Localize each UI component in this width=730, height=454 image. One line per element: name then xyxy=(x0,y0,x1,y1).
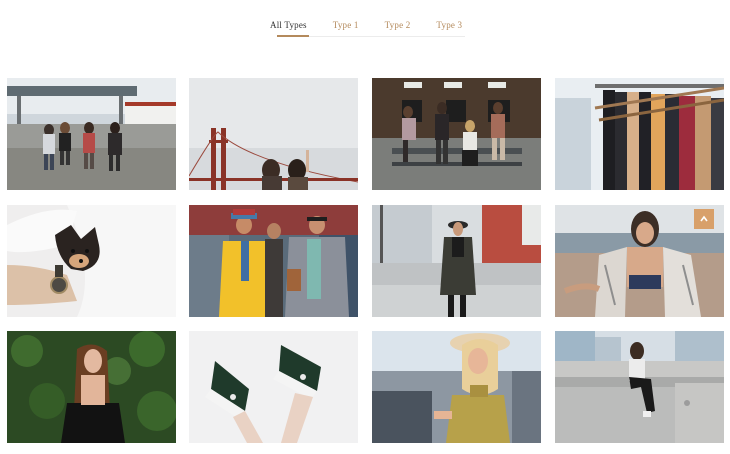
photo-group-walking-gas-station xyxy=(7,78,176,190)
photo-woman-sitting-rooftop xyxy=(555,331,724,443)
gallery-item-woman-sun-hat[interactable] xyxy=(372,331,541,443)
tab-all-types[interactable]: All Types xyxy=(270,20,307,35)
tab-type-2[interactable]: Type 2 xyxy=(385,20,411,35)
photo-woman-sun-hat xyxy=(372,331,541,443)
gallery-item-woman-street-hat[interactable] xyxy=(372,205,541,317)
photo-gallery xyxy=(7,78,725,444)
gallery-item-women-golden-gate-bridge[interactable] xyxy=(189,78,358,190)
scroll-to-top-button[interactable] xyxy=(694,209,714,229)
photo-clothing-rack xyxy=(555,78,724,190)
tab-type-3[interactable]: Type 3 xyxy=(436,20,462,35)
photo-men-street-style xyxy=(189,205,358,317)
gallery-item-green-sneakers[interactable] xyxy=(189,331,358,443)
chevron-up-icon xyxy=(700,215,708,222)
filter-tabs: All Types Type 1 Type 2 Type 3 xyxy=(270,20,470,40)
photo-woman-street-hat xyxy=(372,205,541,317)
gallery-item-woman-sitting-rooftop[interactable] xyxy=(555,331,724,443)
photo-group-on-bench xyxy=(372,78,541,190)
active-tab-indicator xyxy=(277,35,309,37)
tab-type-1[interactable]: Type 1 xyxy=(333,20,359,35)
photo-women-golden-gate-bridge xyxy=(189,78,358,190)
photo-green-sneakers xyxy=(189,331,358,443)
photo-woman-green-hedge xyxy=(7,331,176,443)
gallery-item-men-street-style[interactable] xyxy=(189,205,358,317)
gallery-item-clothing-rack[interactable] xyxy=(555,78,724,190)
photo-chihuahua-with-watch xyxy=(7,205,176,317)
gallery-item-group-walking-gas-station[interactable] xyxy=(7,78,176,190)
gallery-item-woman-green-hedge[interactable] xyxy=(7,331,176,443)
gallery-item-chihuahua-with-watch[interactable] xyxy=(7,205,176,317)
gallery-item-group-on-bench[interactable] xyxy=(372,78,541,190)
